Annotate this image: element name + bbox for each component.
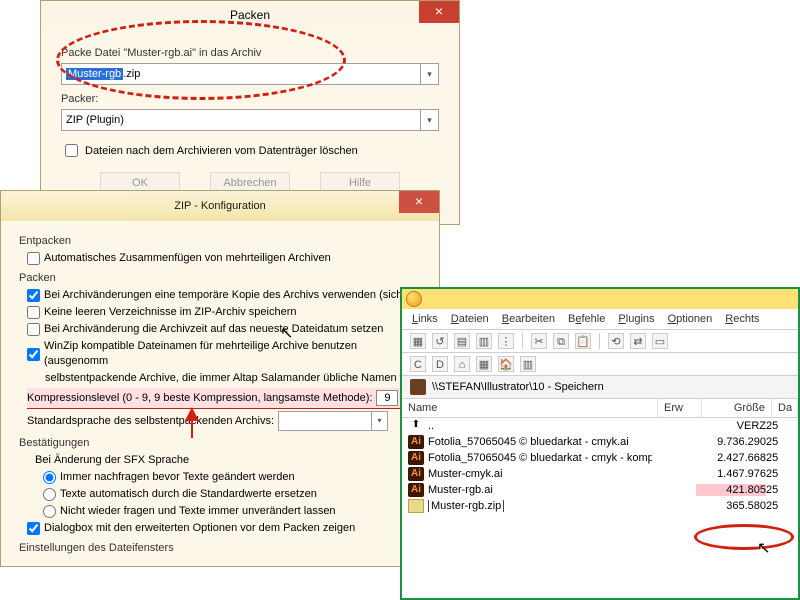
path-text: \\STEFAN\Illustrator\10 - Speichern: [432, 381, 604, 393]
list-item[interactable]: AiMuster-rgb.ai421.80525: [402, 482, 798, 498]
pack-title: Packen: [230, 8, 270, 22]
menu-plugins[interactable]: Plugins: [618, 313, 654, 325]
copy-icon[interactable]: ⧉: [553, 333, 569, 349]
ai-file-icon: Ai: [408, 451, 424, 465]
tool-icon[interactable]: ⇄: [630, 333, 646, 349]
hdr-ext[interactable]: Erw: [658, 399, 702, 417]
chevron-down-icon[interactable]: ▾: [420, 64, 438, 84]
chevron-down-icon[interactable]: ▾: [420, 110, 438, 130]
ai-file-icon: Ai: [408, 483, 424, 497]
cut-icon[interactable]: ✂: [531, 333, 547, 349]
pack-titlebar[interactable]: Packen ×: [41, 1, 459, 29]
tool-icon[interactable]: ▤: [454, 333, 470, 349]
separator: [599, 333, 600, 349]
archive-name-selected: Muster-rgb: [66, 68, 123, 80]
tempcopy-checkbox[interactable]: [27, 289, 40, 302]
tool-icon[interactable]: ⋮: [498, 333, 514, 349]
toolbar: ▦ ↺ ▤ ▥ ⋮ ✂ ⧉ 📋 ⟲ ⇄ ▭: [402, 330, 798, 353]
separator: [522, 333, 523, 349]
list-item[interactable]: ⬆..VERZ25: [402, 418, 798, 434]
list-item[interactable]: Muster-rgb.zip365.58025: [402, 498, 798, 514]
language-select[interactable]: ▾: [278, 411, 388, 431]
chevron-down-icon[interactable]: ▾: [371, 412, 387, 430]
drive-icon[interactable]: C: [410, 356, 426, 372]
close-icon[interactable]: ×: [399, 191, 439, 213]
tool-icon[interactable]: ▥: [520, 356, 536, 372]
zip-title: ZIP - Konfiguration: [174, 200, 266, 212]
noempty-checkbox[interactable]: [27, 306, 40, 319]
delete-after-checkbox[interactable]: [65, 144, 78, 157]
section-pack: Packen: [19, 272, 421, 284]
tool-icon[interactable]: ▭: [652, 333, 668, 349]
menu-rechts[interactable]: Rechts: [725, 313, 759, 325]
packer-label: Packer:: [61, 93, 439, 105]
app-icon: [406, 291, 422, 307]
sfx-auto-radio[interactable]: [43, 488, 56, 501]
tool-icon[interactable]: ▦: [410, 333, 426, 349]
hdr-date[interactable]: Da: [772, 399, 798, 417]
menu-links[interactable]: Links: [412, 313, 438, 325]
menu-befehle[interactable]: Befehle: [568, 313, 605, 325]
zip-file-icon: [408, 499, 424, 513]
list-item[interactable]: AiFotolia_57065045 © bluedarkat - cmyk -…: [402, 450, 798, 466]
fm-titlebar[interactable]: [402, 289, 798, 309]
path-bar[interactable]: \\STEFAN\Illustrator\10 - Speichern: [402, 376, 798, 399]
section-filewin: Einstellungen des Dateifensters: [19, 542, 421, 554]
dialogbox-checkbox[interactable]: [27, 522, 40, 535]
archive-label: Packe Datei "Muster-rgb.ai" in das Archi…: [61, 47, 439, 59]
folder-icon[interactable]: ⌂: [454, 356, 470, 372]
sfx-never-radio[interactable]: [43, 505, 56, 518]
delete-after-label: Dateien nach dem Archivieren vom Datentr…: [85, 145, 358, 157]
tool-icon[interactable]: ▦: [476, 356, 492, 372]
ai-file-icon: Ai: [408, 467, 424, 481]
close-icon[interactable]: ×: [419, 1, 459, 23]
automerge-checkbox[interactable]: [27, 252, 40, 265]
list-item[interactable]: AiMuster-cmyk.ai1.467.97625: [402, 466, 798, 482]
paste-icon[interactable]: 📋: [575, 333, 591, 349]
winzip-checkbox[interactable]: [27, 348, 40, 361]
packer-select[interactable]: ZIP (Plugin) ▾: [61, 109, 439, 131]
tool-icon[interactable]: ▥: [476, 333, 492, 349]
hdr-size[interactable]: Größe: [702, 399, 772, 417]
file-manager-window: Links Dateien Bearbeiten Befehle Plugins…: [400, 287, 800, 600]
file-list: ⬆..VERZ25 AiFotolia_57065045 © bluedarka…: [402, 418, 798, 514]
section-unpack: Entpacken: [19, 235, 421, 247]
newest-checkbox[interactable]: [27, 323, 40, 336]
sfx-ask-radio[interactable]: [43, 471, 56, 484]
drive-icon: [410, 379, 426, 395]
archive-name-input[interactable]: Muster-rgb.zip ▾: [61, 63, 439, 85]
up-icon: ⬆: [408, 419, 424, 433]
annotation-oval: [694, 524, 794, 550]
ai-file-icon: Ai: [408, 435, 424, 449]
menu-optionen[interactable]: Optionen: [668, 313, 713, 325]
drive-icon[interactable]: D: [432, 356, 448, 372]
column-headers: Name Erw Größe Da: [402, 399, 798, 418]
zip-config-dialog: ZIP - Konfiguration × Entpacken Automati…: [0, 190, 440, 567]
toolbar-2: C D ⌂ ▦ 🏠 ▥: [402, 353, 798, 376]
compression-level-row: Kompressionslevel (0 - 9, 9 beste Kompre…: [27, 388, 421, 409]
tool-icon[interactable]: 🏠: [498, 356, 514, 372]
section-confirm: Bestätigungen: [19, 437, 421, 449]
menu-bearbeiten[interactable]: Bearbeiten: [502, 313, 555, 325]
list-item[interactable]: AiFotolia_57065045 © bluedarkat - cmyk.a…: [402, 434, 798, 450]
hdr-name[interactable]: Name: [402, 399, 658, 417]
zip-titlebar[interactable]: ZIP - Konfiguration ×: [1, 191, 439, 221]
menu-dateien[interactable]: Dateien: [451, 313, 489, 325]
tool-icon[interactable]: ⟲: [608, 333, 624, 349]
menu-bar: Links Dateien Bearbeiten Befehle Plugins…: [402, 309, 798, 330]
tool-icon[interactable]: ↺: [432, 333, 448, 349]
compression-level-input[interactable]: [376, 390, 398, 406]
